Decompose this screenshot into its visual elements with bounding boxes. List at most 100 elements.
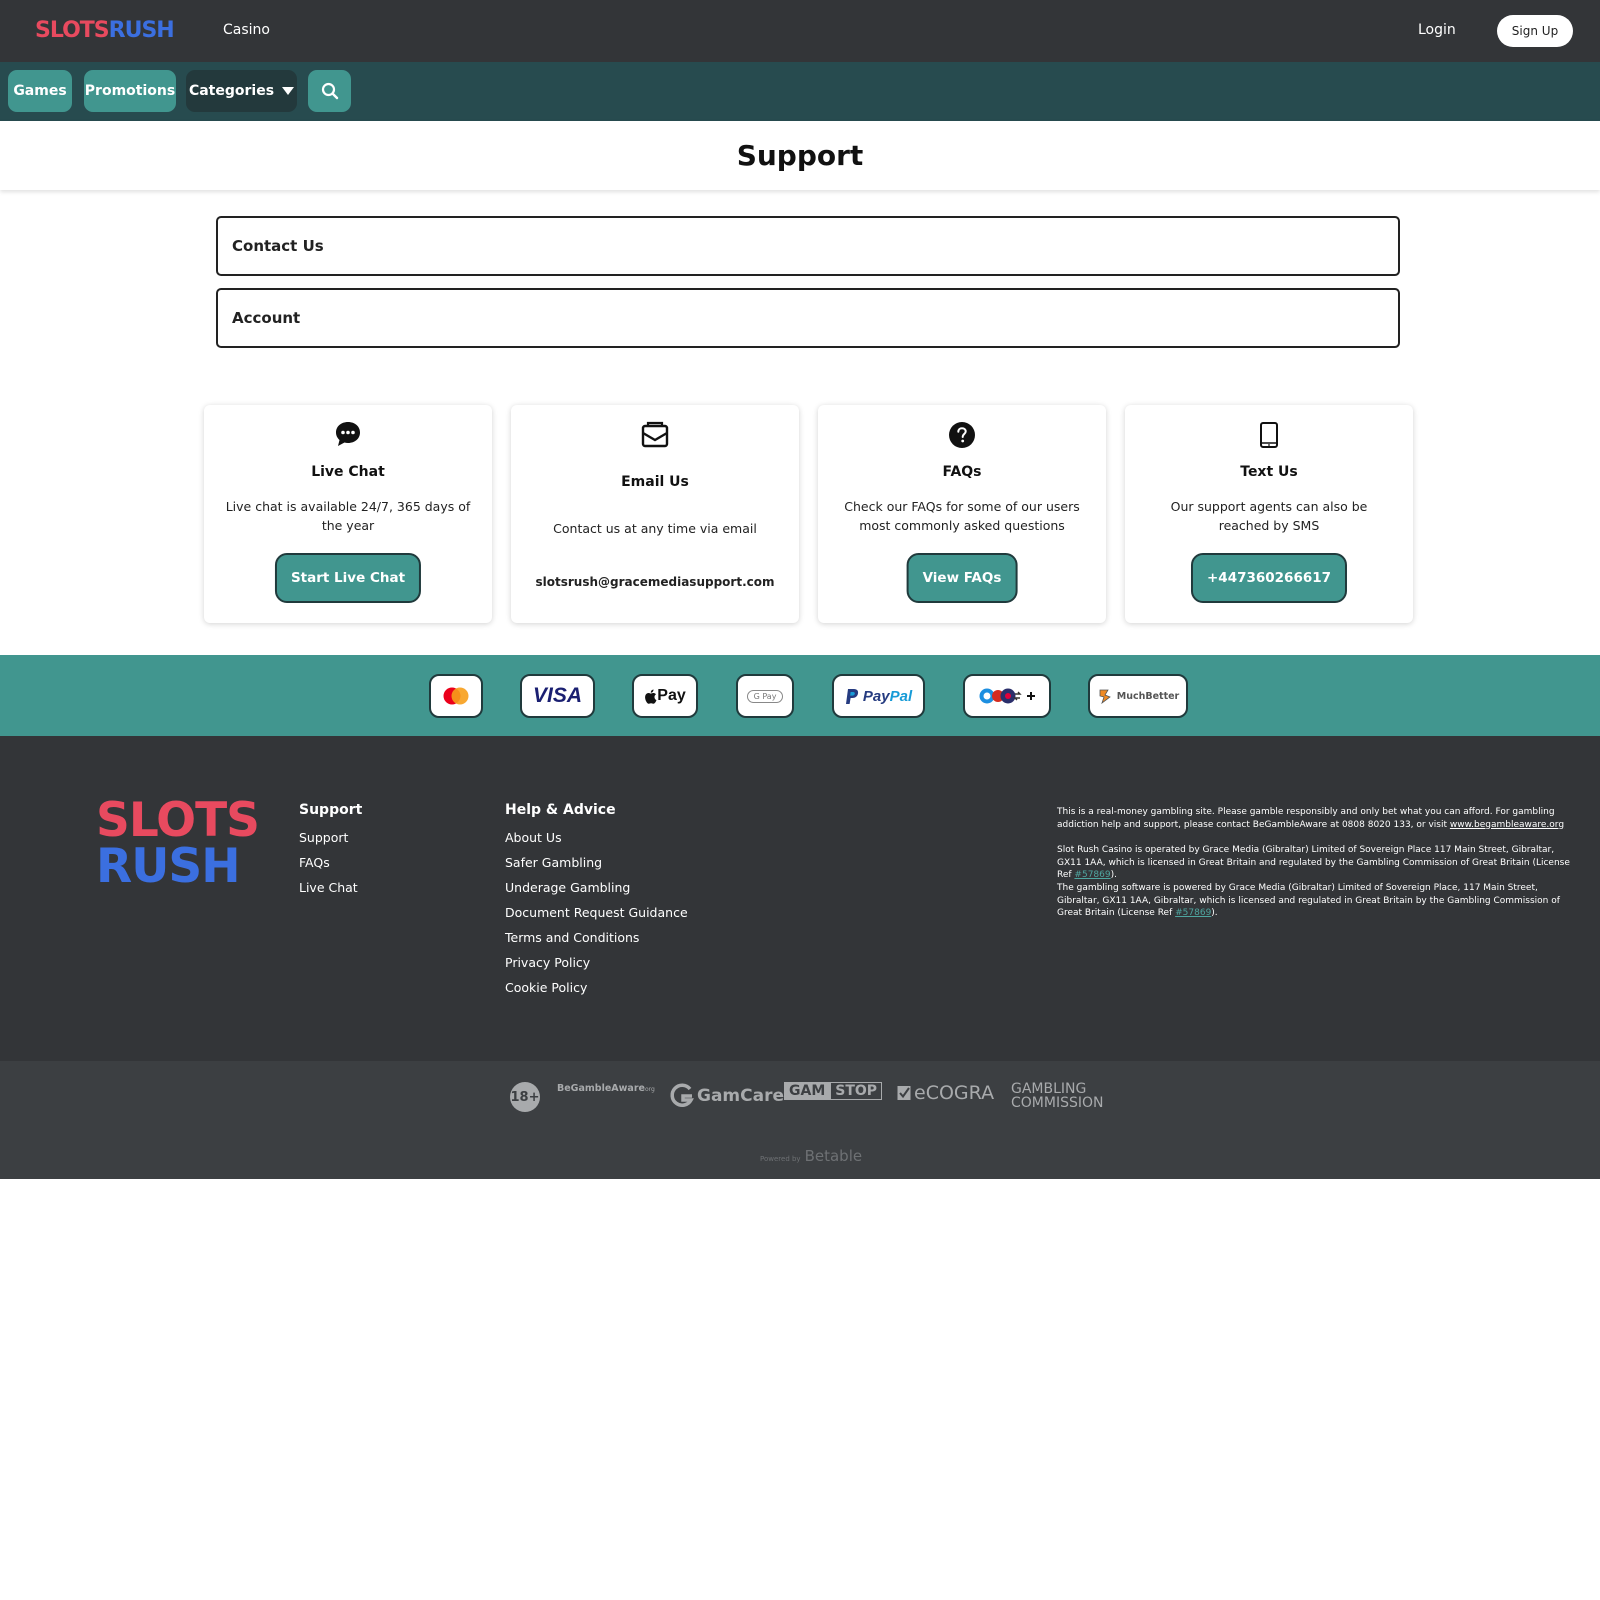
legal-text-3-end: ). <box>1211 908 1218 918</box>
ecogra-check-icon <box>897 1086 911 1100</box>
live-chat-description: Live chat is available 24/7, 365 days of… <box>225 499 471 533</box>
search-icon <box>321 82 338 100</box>
google-pay-logo: G Pay <box>736 674 794 718</box>
faqs-card: FAQs Check our FAQs for some of our user… <box>818 405 1106 623</box>
ecogra-text: eCOGRA <box>914 1082 995 1104</box>
page-title: Support <box>736 139 864 172</box>
legal-text-3: The gambling software is powered by Grac… <box>1057 883 1560 918</box>
footer-link-document-request[interactable]: Document Request Guidance <box>505 905 688 920</box>
footer-link-faqs[interactable]: FAQs <box>299 855 330 870</box>
signup-button[interactable]: Sign Up <box>1497 15 1573 47</box>
footer-help-heading: Help & Advice <box>505 802 616 818</box>
top-bar: SLOTSRUSH Casino Login Sign Up <box>0 0 1600 62</box>
footer-slotsrush-logo[interactable]: SLOTS RUSH <box>96 793 260 894</box>
legal-paragraph-3: The gambling software is powered by Grac… <box>1057 882 1577 920</box>
footer-link-underage-gambling[interactable]: Underage Gambling <box>505 880 630 895</box>
gambling-commission-line1: GAMBLING <box>1011 1081 1087 1097</box>
footer-link-support[interactable]: Support <box>299 830 348 845</box>
text-us-card: Text Us Our support agents can also be r… <box>1125 405 1413 623</box>
paypal-text-pal: Pal <box>889 687 913 705</box>
gamcare-text: GamCare <box>697 1086 785 1106</box>
footer-link-terms[interactable]: Terms and Conditions <box>505 930 639 945</box>
gamcare-g-icon <box>670 1083 694 1107</box>
live-chat-title: Live Chat <box>311 464 385 480</box>
logo-text-rush: RUSH <box>108 18 175 43</box>
muchbetter-icon <box>1099 689 1111 704</box>
gamcare-logo[interactable]: GamCare <box>670 1083 784 1109</box>
begambleaware-link[interactable]: www.begambleaware.org <box>1450 820 1564 830</box>
gamstop-logo[interactable]: GAM STOP <box>784 1082 883 1100</box>
page-title-bar: Support <box>0 121 1600 190</box>
text-us-title: Text Us <box>1240 464 1298 480</box>
payment-methods-bar: VISA Pay G Pay Pay Pal MuchBetter <box>0 655 1600 736</box>
muchbetter-logo: MuchBetter <box>1088 674 1188 718</box>
search-button[interactable] <box>308 70 351 112</box>
license-ref-link-1[interactable]: #57869 <box>1074 870 1110 880</box>
footer-link-about-us[interactable]: About Us <box>505 830 562 845</box>
slotsrush-logo[interactable]: SLOTSRUSH <box>35 18 175 43</box>
view-faqs-button[interactable]: View FAQs <box>906 553 1018 603</box>
footer-link-privacy[interactable]: Privacy Policy <box>505 955 590 970</box>
paypal-logo: Pay Pal <box>832 674 925 718</box>
email-description: Contact us at any time via email <box>553 521 757 536</box>
gamstop-text-gam: GAM <box>784 1082 831 1100</box>
mobile-phone-icon <box>1260 422 1278 448</box>
gamstop-text-stop: STOP <box>830 1082 883 1100</box>
start-live-chat-button[interactable]: Start Live Chat <box>274 553 422 603</box>
paypal-text-pay: Pay <box>862 687 890 705</box>
legal-paragraph-1: This is a real-money gambling site. Plea… <box>1057 806 1577 831</box>
categories-label: Categories <box>188 83 275 99</box>
logo-text-slots: SLOTS <box>35 18 110 43</box>
footer: SLOTS RUSH Support Support FAQs Live Cha… <box>0 736 1600 1061</box>
regulators-bar: 18+ BeGambleAwareorg GamCare GAM STOP eCO… <box>0 1061 1600 1179</box>
ecogra-logo[interactable]: eCOGRA <box>897 1082 994 1104</box>
question-circle-icon <box>949 422 975 448</box>
age-18-badge[interactable]: 18+ <box>510 1082 540 1112</box>
footer-link-cookie[interactable]: Cookie Policy <box>505 980 587 995</box>
footer-support-heading: Support <box>299 802 363 818</box>
nav-categories-dropdown[interactable]: Categories <box>186 70 297 112</box>
text-us-description: Our support agents can also be reached b… <box>1170 499 1368 533</box>
google-pay-text: G Pay <box>746 689 784 703</box>
betable-text: Betable <box>804 1147 863 1165</box>
legal-text-2-end: ). <box>1110 870 1117 880</box>
accordion-contact-us[interactable]: Contact Us <box>216 216 1400 276</box>
legal-paragraph-2: Slot Rush Casino is operated by Grace Me… <box>1057 844 1577 882</box>
live-chat-card: Live Chat Live chat is available 24/7, 3… <box>204 405 492 623</box>
begambleaware-logo[interactable]: BeGambleAwareorg <box>557 1083 655 1094</box>
faqs-description: Check our FAQs for some of our users mos… <box>844 499 1080 533</box>
legal-text-2: Slot Rush Casino is operated by Grace Me… <box>1057 845 1570 880</box>
footer-logo-slots: SLOTS <box>96 793 260 848</box>
sms-number-button[interactable]: +447360266617 <box>1190 553 1348 603</box>
cards-more-icon <box>979 688 1035 704</box>
apple-pay-logo: Pay <box>632 674 698 718</box>
login-link[interactable]: Login <box>1418 22 1456 38</box>
nav-games-button[interactable]: Games <box>8 70 72 112</box>
chat-bubble-icon <box>336 422 360 446</box>
apple-icon <box>645 689 657 704</box>
footer-link-safer-gambling[interactable]: Safer Gambling <box>505 855 602 870</box>
mastercard-logo <box>429 674 483 718</box>
caret-down-icon <box>282 87 295 95</box>
apple-pay-text: Pay <box>657 687 686 704</box>
begambleaware-suffix: org <box>644 1086 655 1093</box>
powered-by-text: Powered by <box>760 1155 801 1163</box>
begambleaware-text: BeGambleAware <box>557 1083 645 1094</box>
muchbetter-text: MuchBetter <box>1116 690 1180 702</box>
footer-logo-rush: RUSH <box>96 839 241 894</box>
nav-promotions-button[interactable]: Promotions <box>84 70 176 112</box>
gambling-commission-line2: COMMISSION <box>1011 1095 1104 1111</box>
footer-link-live-chat[interactable]: Live Chat <box>299 880 358 895</box>
nav-bar: Games Promotions Categories <box>0 62 1600 121</box>
email-title: Email Us <box>621 474 689 490</box>
accordion-account[interactable]: Account <box>216 288 1400 348</box>
visa-logo: VISA <box>520 674 595 718</box>
envelope-icon <box>641 421 669 448</box>
casino-link[interactable]: Casino <box>223 22 270 38</box>
email-address[interactable]: slotsrush@gracemediasupport.com <box>531 573 779 592</box>
multi-card-logo <box>963 674 1051 718</box>
gambling-commission-logo[interactable]: GAMBLING COMMISSION <box>1011 1082 1103 1110</box>
paypal-p-icon <box>845 688 858 704</box>
powered-by-betable[interactable]: Powered by Betable <box>760 1147 862 1165</box>
license-ref-link-2[interactable]: #57869 <box>1175 908 1211 918</box>
